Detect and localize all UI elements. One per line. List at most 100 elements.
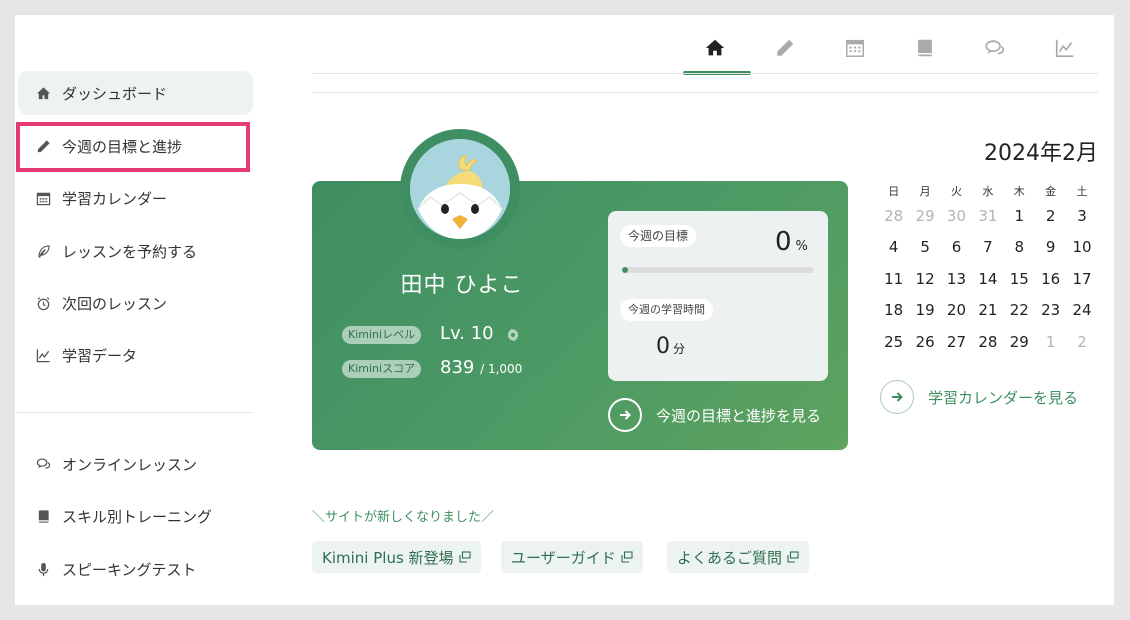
sidebar-divider bbox=[17, 412, 253, 413]
home-icon bbox=[705, 39, 725, 56]
nav-learning-data[interactable] bbox=[1030, 33, 1100, 75]
calendar-day[interactable]: 19 bbox=[909, 301, 940, 319]
calendar-link[interactable]: 学習カレンダーを見る bbox=[880, 380, 1078, 414]
calendar-day[interactable]: 13 bbox=[941, 270, 972, 288]
chat-bubbles-icon bbox=[34, 455, 52, 473]
calendar-day[interactable]: 1 bbox=[1004, 207, 1035, 225]
sidebar-item-label: 学習カレンダー bbox=[62, 189, 168, 208]
sidebar-item-skill-training[interactable]: スキル別トレーニング bbox=[18, 494, 253, 538]
score-value: 839 / 1,000 bbox=[440, 357, 522, 378]
calendar-day[interactable]: 17 bbox=[1066, 270, 1097, 288]
nav-home[interactable] bbox=[680, 33, 751, 75]
line-chart-icon bbox=[1055, 39, 1074, 58]
calendar-day[interactable]: 26 bbox=[909, 333, 940, 351]
calendar-day[interactable]: 16 bbox=[1035, 270, 1066, 288]
score-number: 839 bbox=[440, 357, 475, 378]
mini-calendar: 日月火水木金土 28 29 30 31 1 2 3 4 5 6 7 8 9 10 11 12 13 14 15 16 17… bbox=[878, 182, 1098, 358]
notice-link-user-guide[interactable]: ユーザーガイド bbox=[501, 541, 643, 573]
sidebar-item-online-lesson[interactable]: オンラインレッスン bbox=[18, 442, 253, 486]
nav-online-lesson[interactable] bbox=[960, 33, 1030, 75]
microphone-icon bbox=[34, 560, 52, 578]
nav-calendar[interactable] bbox=[820, 33, 890, 75]
external-link-icon bbox=[621, 551, 633, 563]
weekly-goals-link[interactable]: 今週の目標と進捗を見る bbox=[608, 398, 821, 432]
book-icon bbox=[918, 39, 932, 57]
calendar-day[interactable]: 7 bbox=[972, 238, 1003, 256]
sidebar-item-calendar[interactable]: 学習カレンダー bbox=[18, 176, 253, 220]
calendar-day[interactable]: 9 bbox=[1035, 238, 1066, 256]
calendar-day[interactable]: 8 bbox=[1004, 238, 1035, 256]
sidebar-item-next-lesson[interactable]: 次回のレッスン bbox=[18, 281, 253, 325]
sidebar: ダッシュボード 今週の目標と進捗 学習カレンダー レッスンを予約する 次回のレッ… bbox=[15, 15, 260, 605]
calendar-day[interactable]: 28 bbox=[878, 207, 909, 225]
calendar-day[interactable]: 2 bbox=[1066, 333, 1097, 351]
header-divider bbox=[313, 73, 1098, 74]
calendar-day[interactable]: 28 bbox=[972, 333, 1003, 351]
weekly-time-unit: 分 bbox=[673, 342, 686, 356]
calendar-weekday: 月 bbox=[919, 185, 931, 198]
calendar-day[interactable]: 30 bbox=[941, 207, 972, 225]
calendar-day[interactable]: 21 bbox=[972, 301, 1003, 319]
calendar-day[interactable]: 31 bbox=[972, 207, 1003, 225]
calendar-day[interactable]: 24 bbox=[1066, 301, 1097, 319]
level-value: Lv. 10 bbox=[440, 323, 494, 344]
calendar-day[interactable]: 15 bbox=[1004, 270, 1035, 288]
notice-link-faq[interactable]: よくあるご質問 bbox=[667, 541, 810, 573]
weekly-time-value: 0 bbox=[656, 334, 670, 359]
weekly-goal-unit: % bbox=[795, 239, 808, 254]
calendar-day[interactable]: 4 bbox=[878, 238, 909, 256]
book-icon bbox=[34, 507, 52, 525]
sidebar-item-label: ダッシュボード bbox=[62, 84, 168, 103]
arrow-right-icon bbox=[608, 398, 642, 432]
line-chart-icon bbox=[34, 346, 52, 364]
arrow-right-icon bbox=[880, 380, 914, 414]
sidebar-item-dashboard[interactable]: ダッシュボード bbox=[18, 71, 253, 115]
calendar-weekday: 土 bbox=[1076, 185, 1088, 198]
calendar-day[interactable]: 5 bbox=[909, 238, 940, 256]
feather-icon bbox=[34, 242, 52, 260]
calendar-day[interactable]: 2 bbox=[1035, 207, 1066, 225]
nav-weekly-goals[interactable] bbox=[750, 33, 820, 75]
calendar-day[interactable]: 6 bbox=[941, 238, 972, 256]
external-link-icon bbox=[458, 551, 471, 563]
top-nav bbox=[680, 33, 1100, 75]
sidebar-item-speaking-test[interactable]: スピーキングテスト bbox=[18, 547, 253, 591]
calendar-day[interactable]: 18 bbox=[878, 301, 909, 319]
pencil-icon bbox=[777, 39, 794, 56]
notice-link-label: ユーザーガイド bbox=[511, 548, 616, 567]
calendar-day[interactable]: 29 bbox=[1004, 333, 1035, 351]
calendar-day[interactable]: 12 bbox=[909, 270, 940, 288]
sidebar-item-book-lesson[interactable]: レッスンを予約する bbox=[18, 229, 253, 273]
calendar-day[interactable]: 1 bbox=[1035, 333, 1066, 351]
calendar-title: 2024年2月 bbox=[984, 141, 1098, 166]
calendar-day[interactable]: 11 bbox=[878, 270, 909, 288]
calendar-day[interactable]: 22 bbox=[1004, 301, 1035, 319]
calendar-link-label: 学習カレンダーを見る bbox=[928, 388, 1079, 407]
sidebar-item-label: 学習データ bbox=[62, 346, 138, 365]
calendar-day[interactable]: 14 bbox=[972, 270, 1003, 288]
nav-training[interactable] bbox=[890, 33, 960, 75]
calendar-weekday: 火 bbox=[950, 185, 962, 198]
calendar-day[interactable]: 20 bbox=[941, 301, 972, 319]
calendar-icon bbox=[846, 39, 864, 57]
home-icon bbox=[34, 84, 52, 102]
calendar-day[interactable]: 25 bbox=[878, 333, 909, 351]
notice-label: ＼サイトが新しくなりました／ bbox=[312, 510, 495, 525]
page: ダッシュボード 今週の目標と進捗 学習カレンダー レッスンを予約する 次回のレッ… bbox=[15, 15, 1114, 605]
gear-icon[interactable] bbox=[506, 328, 520, 342]
calendar-week-row: 11 12 13 14 15 16 17 bbox=[878, 263, 1098, 295]
score-max: / 1,000 bbox=[480, 362, 523, 376]
calendar-day[interactable]: 29 bbox=[909, 207, 940, 225]
chat-bubbles-icon bbox=[985, 40, 1005, 55]
sidebar-item-label: レッスンを予約する bbox=[62, 242, 198, 261]
sidebar-item-label: 次回のレッスン bbox=[62, 294, 168, 313]
calendar-day[interactable]: 27 bbox=[941, 333, 972, 351]
calendar-day[interactable]: 23 bbox=[1035, 301, 1066, 319]
calendar-day[interactable]: 3 bbox=[1066, 207, 1097, 225]
score-label: Kiminiスコア bbox=[342, 360, 422, 378]
sidebar-item-learning-data[interactable]: 学習データ bbox=[18, 333, 253, 377]
notice-link-kimini-plus[interactable]: Kimini Plus 新登場 bbox=[312, 541, 481, 573]
calendar-day[interactable]: 10 bbox=[1066, 238, 1097, 256]
calendar-week-row: 28 29 30 31 1 2 3 bbox=[878, 200, 1098, 232]
weekly-goal-percent: 0% bbox=[775, 227, 808, 257]
